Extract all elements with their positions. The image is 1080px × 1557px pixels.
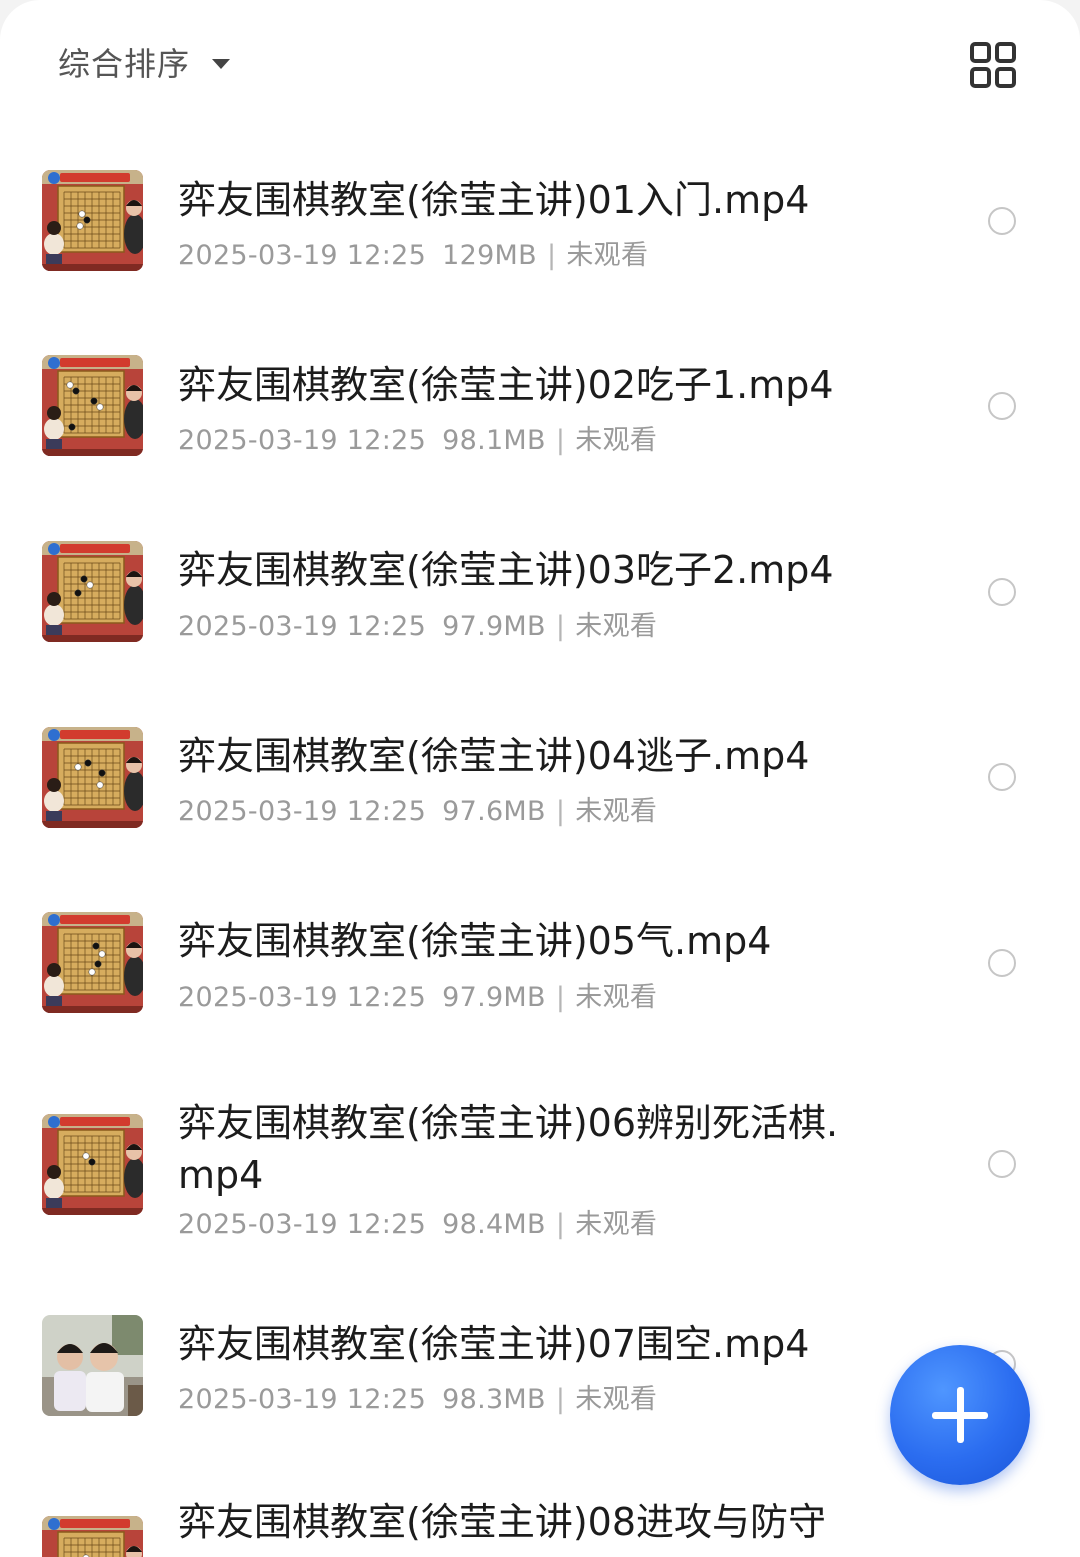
file-meta: 2025-03-19 12:25 129MB | 未观看	[178, 233, 648, 272]
sort-dropdown[interactable]: 综合排序	[58, 38, 231, 86]
video-thumbnail	[42, 1516, 143, 1557]
file-size: 129MB	[442, 240, 537, 271]
watch-status: 未观看	[575, 982, 658, 1013]
video-thumbnail	[42, 912, 143, 1013]
video-thumbnail	[42, 1315, 143, 1416]
caret-down-icon	[212, 59, 231, 69]
select-radio[interactable]	[988, 1150, 1016, 1178]
watch-status: 未观看	[575, 425, 658, 456]
file-title: 弈友围棋教室(徐莹主讲)06辨别死活棋.mp4	[178, 1101, 839, 1197]
file-date: 2025-03-19 12:25	[178, 611, 427, 642]
file-date: 2025-03-19 12:25	[178, 425, 427, 456]
sort-label: 综合排序	[58, 45, 191, 83]
file-date: 2025-03-19 12:25	[178, 240, 427, 271]
file-size: 98.4MB	[442, 1209, 546, 1240]
file-size: 97.6MB	[442, 796, 546, 827]
separator: |	[546, 240, 557, 271]
separator: |	[555, 796, 566, 827]
file-date: 2025-03-19 12:25	[178, 1209, 427, 1240]
file-date: 2025-03-19 12:25	[178, 796, 427, 827]
grid-view-icon[interactable]	[968, 40, 1018, 90]
video-thumbnail	[42, 541, 143, 642]
video-thumbnail	[42, 727, 143, 828]
file-date: 2025-03-19 12:25	[178, 1384, 427, 1415]
file-meta: 2025-03-19 12:25 97.9MB | 未观看	[178, 604, 657, 643]
separator: |	[555, 1384, 566, 1415]
select-radio[interactable]	[988, 949, 1016, 977]
select-radio[interactable]	[988, 392, 1016, 420]
watch-status: 未观看	[566, 240, 649, 271]
file-meta: 2025-03-19 12:25 97.9MB | 未观看	[178, 975, 657, 1014]
file-list-sheet: 综合排序 弈友围棋教室(徐莹主讲)01入门.mp4 2025-03-19 12:2…	[0, 0, 1080, 1557]
separator: |	[555, 1209, 566, 1240]
add-button[interactable]	[890, 1345, 1030, 1485]
file-meta: 2025-03-19 12:25 98.3MB | 未观看	[178, 1377, 657, 1416]
select-radio[interactable]	[988, 207, 1016, 235]
file-title: 弈友围棋教室(徐莹主讲)05气.mp4	[178, 919, 772, 963]
watch-status: 未观看	[575, 1209, 658, 1240]
file-title: 弈友围棋教室(徐莹主讲)08进攻与防守	[178, 1500, 827, 1544]
video-thumbnail	[42, 1114, 143, 1215]
separator: |	[555, 425, 566, 456]
file-title: 弈友围棋教室(徐莹主讲)02吃子1.mp4	[178, 363, 834, 407]
file-meta: 2025-03-19 12:25 98.4MB | 未观看	[178, 1202, 657, 1241]
watch-status: 未观看	[575, 611, 658, 642]
watch-status: 未观看	[575, 796, 658, 827]
file-title: 弈友围棋教室(徐莹主讲)07围空.mp4	[178, 1322, 810, 1366]
file-title: 弈友围棋教室(徐莹主讲)04逃子.mp4	[178, 734, 810, 778]
file-title: 弈友围棋教室(徐莹主讲)03吃子2.mp4	[178, 548, 834, 592]
file-size: 97.9MB	[442, 611, 546, 642]
select-radio[interactable]	[988, 578, 1016, 606]
toolbar: 综合排序	[0, 0, 1080, 120]
file-meta: 2025-03-19 12:25 97.6MB | 未观看	[178, 789, 657, 828]
watch-status: 未观看	[575, 1384, 658, 1415]
file-date: 2025-03-19 12:25	[178, 982, 427, 1013]
select-radio[interactable]	[988, 763, 1016, 791]
file-size: 98.3MB	[442, 1384, 546, 1415]
file-size: 98.1MB	[442, 425, 546, 456]
file-title: 弈友围棋教室(徐莹主讲)01入门.mp4	[178, 178, 810, 222]
separator: |	[555, 982, 566, 1013]
file-size: 97.9MB	[442, 982, 546, 1013]
file-meta: 2025-03-19 12:25 98.1MB | 未观看	[178, 418, 657, 457]
video-thumbnail	[42, 170, 143, 271]
separator: |	[555, 611, 566, 642]
video-thumbnail	[42, 355, 143, 456]
